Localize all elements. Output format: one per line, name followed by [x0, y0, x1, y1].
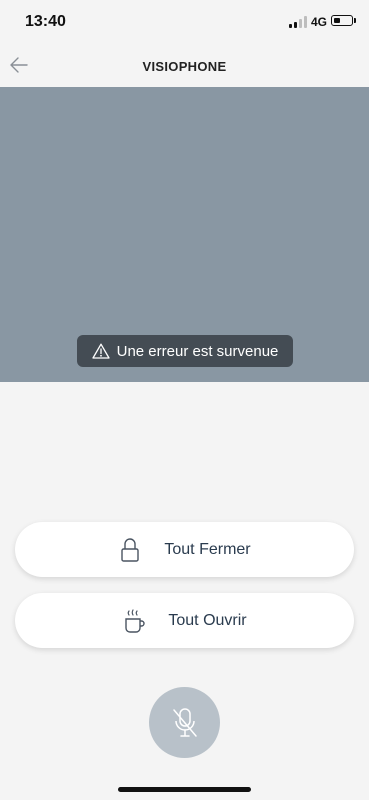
status-time: 13:40	[25, 13, 66, 30]
warning-icon	[91, 343, 110, 359]
battery-level	[333, 17, 340, 23]
home-indicator[interactable]	[118, 787, 251, 792]
error-toast: Une erreur est survenue	[77, 335, 293, 367]
video-feed: Une erreur est survenue	[0, 87, 369, 382]
close-all-button[interactable]: Tout Fermer	[15, 522, 354, 577]
battery-icon	[331, 15, 353, 26]
network-type: 4G	[311, 15, 328, 29]
signal-strength-icon	[289, 16, 307, 28]
lock-icon	[121, 537, 140, 562]
navigation-bar: VISIOPHONE	[0, 44, 369, 87]
status-bar: 13:40 4G	[0, 0, 369, 44]
signal-bar	[304, 16, 307, 28]
page-title: VISIOPHONE	[142, 59, 227, 74]
open-all-button[interactable]: Tout Ouvrir	[15, 593, 354, 648]
microphone-muted-icon	[172, 707, 197, 737]
signal-bar	[289, 24, 292, 28]
signal-bar	[294, 22, 297, 28]
hot-drink-icon	[125, 608, 146, 633]
open-all-label: Tout Ouvrir	[168, 611, 247, 629]
microphone-button[interactable]	[149, 687, 220, 758]
close-all-label: Tout Fermer	[164, 540, 251, 558]
battery-cap	[354, 18, 356, 23]
error-message: Une erreur est survenue	[116, 342, 279, 360]
signal-bar	[299, 19, 302, 28]
